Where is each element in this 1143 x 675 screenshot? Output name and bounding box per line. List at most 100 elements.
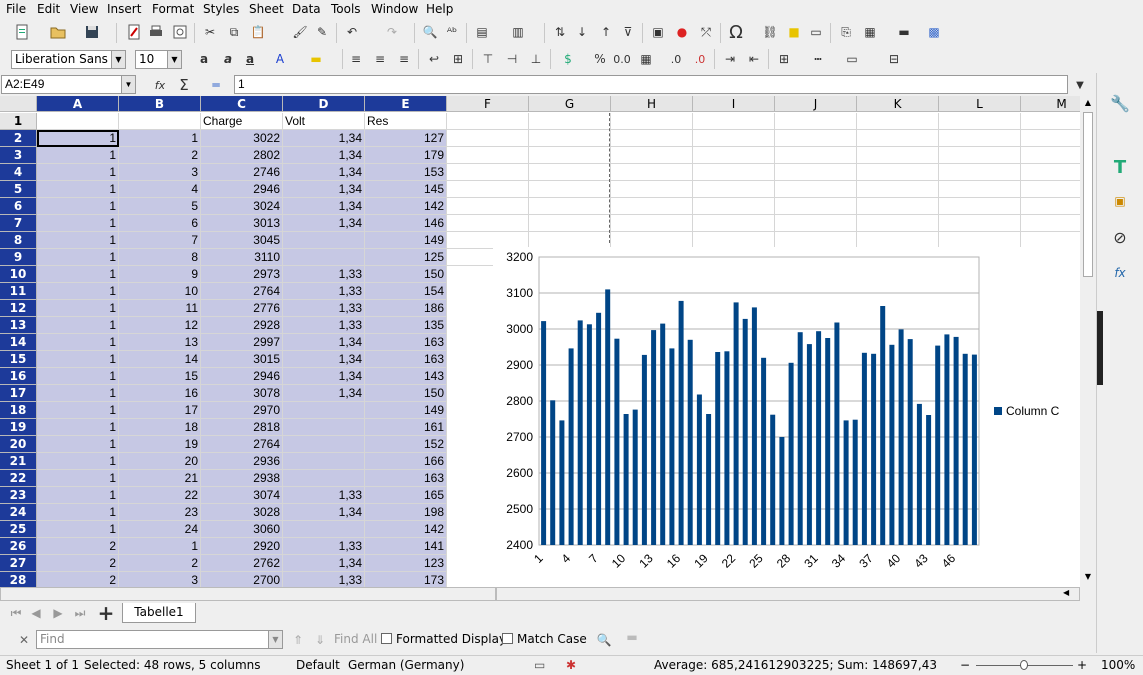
- cell[interactable]: 1: [37, 487, 119, 504]
- bar[interactable]: [761, 357, 767, 545]
- cell[interactable]: 1,33: [283, 572, 365, 587]
- cell[interactable]: 1: [37, 283, 119, 300]
- bar[interactable]: [898, 329, 904, 545]
- cell[interactable]: [693, 164, 775, 181]
- bar[interactable]: [623, 414, 629, 545]
- sort-icon[interactable]: ⇅: [550, 22, 570, 42]
- bar[interactable]: [788, 362, 794, 545]
- chevron-down-icon[interactable]: ▼: [121, 76, 135, 93]
- tab-tabelle1[interactable]: Tabelle1: [122, 603, 196, 623]
- redo-icon[interactable]: ↷: [382, 22, 402, 42]
- cell[interactable]: 1,34: [283, 555, 365, 572]
- cell[interactable]: 1,34: [283, 368, 365, 385]
- bar[interactable]: [724, 351, 730, 545]
- cell[interactable]: 1,34: [283, 130, 365, 147]
- column-icon[interactable]: ▥: [508, 22, 528, 42]
- cell[interactable]: [775, 181, 857, 198]
- cell[interactable]: 1,33: [283, 487, 365, 504]
- cell[interactable]: 152: [365, 436, 447, 453]
- zoom-level[interactable]: 100%: [1101, 658, 1135, 672]
- menu-window[interactable]: Window: [371, 2, 418, 16]
- column-header-c[interactable]: C: [201, 96, 283, 112]
- row-header[interactable]: 8: [0, 232, 37, 249]
- font-color-icon[interactable]: A: [270, 49, 290, 69]
- column-header-m[interactable]: M: [1021, 96, 1080, 112]
- cell[interactable]: 22: [119, 487, 201, 504]
- merge-cells-icon[interactable]: ⊞: [448, 49, 468, 69]
- cell[interactable]: 127: [365, 130, 447, 147]
- cell[interactable]: 18: [119, 419, 201, 436]
- cell[interactable]: 149: [365, 402, 447, 419]
- bar[interactable]: [614, 338, 620, 545]
- first-sheet-icon[interactable]: ⏮: [6, 603, 26, 623]
- borders-icon[interactable]: ⊞: [774, 49, 794, 69]
- column-header-h[interactable]: H: [611, 96, 693, 112]
- delete-decimal-icon[interactable]: .0: [690, 49, 710, 69]
- cell[interactable]: 150: [365, 266, 447, 283]
- bar[interactable]: [651, 330, 657, 545]
- cell[interactable]: 142: [365, 521, 447, 538]
- insert-image-icon[interactable]: ▣: [648, 22, 668, 42]
- cell[interactable]: 163: [365, 334, 447, 351]
- close-find-icon[interactable]: ✕: [14, 630, 34, 650]
- cell[interactable]: 2938: [201, 470, 283, 487]
- clone-formatting-icon[interactable]: 🖌: [290, 22, 310, 42]
- cell[interactable]: [857, 147, 939, 164]
- cell[interactable]: 1: [37, 402, 119, 419]
- menu-data[interactable]: Data: [292, 2, 321, 16]
- column-header-i[interactable]: I: [693, 96, 775, 112]
- cell[interactable]: [939, 164, 1021, 181]
- cell[interactable]: 13: [119, 334, 201, 351]
- cell[interactable]: 3: [119, 164, 201, 181]
- bar[interactable]: [953, 336, 959, 545]
- cell[interactable]: [529, 215, 611, 232]
- cell[interactable]: 142: [365, 198, 447, 215]
- cell[interactable]: [283, 419, 365, 436]
- row-header[interactable]: 16: [0, 368, 37, 385]
- print-preview-icon[interactable]: [170, 22, 190, 42]
- new-document-icon[interactable]: [12, 22, 32, 42]
- bar[interactable]: [871, 353, 877, 545]
- cell[interactable]: 143: [365, 368, 447, 385]
- currency-format-icon[interactable]: $: [558, 49, 578, 69]
- formatted-display-checkbox[interactable]: [381, 633, 392, 644]
- cell[interactable]: 1: [37, 232, 119, 249]
- find-replace-icon[interactable]: 🔍: [594, 630, 614, 650]
- insert-chart-icon[interactable]: ●: [672, 22, 692, 42]
- cell[interactable]: [857, 198, 939, 215]
- show-draw-functions-icon[interactable]: ▩: [924, 22, 944, 42]
- navigator-icon[interactable]: ⊘: [1110, 227, 1130, 247]
- row-header[interactable]: 7: [0, 215, 37, 232]
- cell[interactable]: [283, 521, 365, 538]
- previous-sheet-icon[interactable]: ◀: [26, 603, 46, 623]
- menu-edit[interactable]: Edit: [37, 2, 60, 16]
- undo-icon[interactable]: ↶: [342, 22, 362, 42]
- cell[interactable]: 1: [37, 368, 119, 385]
- cell[interactable]: 3028: [201, 504, 283, 521]
- increase-indent-icon[interactable]: ⇥: [720, 49, 740, 69]
- bar[interactable]: [742, 318, 748, 545]
- cell[interactable]: 19: [119, 436, 201, 453]
- cell[interactable]: 1: [37, 453, 119, 470]
- zoom-in-icon[interactable]: +: [1077, 658, 1087, 672]
- cell[interactable]: [939, 147, 1021, 164]
- language[interactable]: German (Germany): [348, 658, 464, 672]
- zoom-out-icon[interactable]: −: [960, 658, 970, 672]
- cell[interactable]: [693, 130, 775, 147]
- vertical-scrollbar[interactable]: ▲ ▼: [1080, 96, 1096, 587]
- clear-formatting-icon[interactable]: ✎: [312, 22, 332, 42]
- bar[interactable]: [641, 354, 647, 545]
- percent-format-icon[interactable]: %: [590, 49, 610, 69]
- cell[interactable]: [447, 198, 529, 215]
- cell[interactable]: [283, 436, 365, 453]
- cell[interactable]: 1: [37, 215, 119, 232]
- cell[interactable]: [529, 130, 611, 147]
- bar[interactable]: [889, 344, 895, 545]
- cell[interactable]: 3024: [201, 198, 283, 215]
- cell[interactable]: [1021, 215, 1080, 232]
- row-header[interactable]: 10: [0, 266, 37, 283]
- cell[interactable]: 21: [119, 470, 201, 487]
- properties-icon[interactable]: 🔧: [1110, 93, 1130, 113]
- cell[interactable]: [939, 198, 1021, 215]
- name-box[interactable]: A2:E49 ▼: [1, 75, 136, 94]
